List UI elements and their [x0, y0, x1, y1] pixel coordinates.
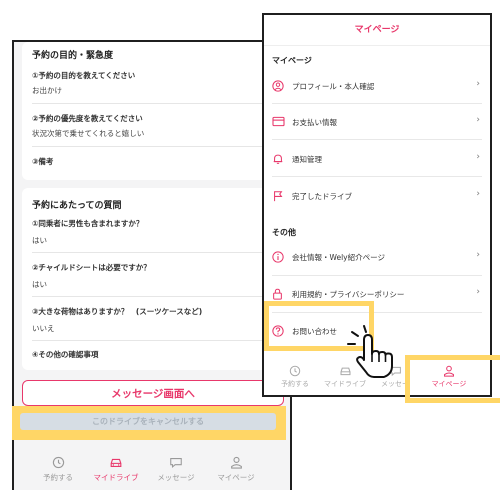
question-4: ④その他の確認事項	[32, 350, 99, 359]
purpose-card: 予約の目的・緊急度 ①予約の目的を教えてください お出かけ ②予約の優先度を教え…	[22, 42, 282, 180]
tab-message[interactable]: メッセージ	[146, 456, 206, 483]
mypage-section-title: マイページ	[272, 56, 312, 65]
menu-item-payment[interactable]: お支払い情報 ›	[272, 111, 482, 133]
user-circle-icon	[272, 80, 284, 92]
lock-icon	[273, 288, 282, 300]
divider	[32, 252, 272, 253]
menu-item-label: お支払い情報	[292, 118, 337, 127]
answer-2: はい	[32, 280, 47, 289]
divider	[32, 296, 272, 297]
mypage-tab-highlight	[405, 355, 500, 403]
tab-reserve[interactable]: 予約する	[272, 365, 318, 389]
divider	[32, 340, 272, 341]
tab-message-label: メッセージ	[157, 473, 195, 482]
menu-item-label: 会社情報・Wely紹介ページ	[292, 253, 385, 262]
chat-icon	[170, 458, 182, 468]
chevron-right-icon: ›	[476, 115, 480, 125]
clock-icon	[289, 365, 301, 377]
tab-my-page[interactable]: マイページ	[206, 456, 266, 483]
tab-my-drive-label: マイドライブ	[324, 380, 366, 388]
questions-card: 予約にあたっての質問 ①同乗者に男性も含まれますか？ はい ②チャイルドシートは…	[22, 188, 282, 370]
chevron-right-icon: ›	[476, 79, 480, 89]
tab-reserve[interactable]: 予約する	[28, 456, 88, 483]
flag-icon	[274, 191, 283, 202]
menu-item-label: 利用規約・プライバシーポリシー	[292, 290, 405, 299]
divider	[272, 139, 482, 140]
purpose-question-2: ②予約の優先度を教えてください	[32, 114, 143, 123]
divider	[272, 275, 482, 276]
question-1: ①同乗者に男性も含まれますか？	[32, 219, 144, 228]
divider	[272, 176, 482, 177]
menu-item-completed-drives[interactable]: 完了したドライブ ›	[272, 185, 482, 207]
purpose-question-3: ③備考	[32, 157, 54, 166]
chevron-right-icon: ›	[476, 250, 480, 260]
menu-item-label: 通知管理	[292, 155, 322, 164]
car-icon	[110, 458, 122, 468]
answer-1: はい	[32, 236, 47, 245]
menu-item-notifications[interactable]: 通知管理 ›	[272, 148, 482, 170]
clock-icon	[52, 456, 64, 469]
other-section-title: その他	[272, 228, 296, 237]
question-2: ②チャイルドシートは必要ですか？	[32, 263, 151, 272]
menu-item-label: プロフィール・本人確認	[292, 82, 375, 91]
message-screen-button[interactable]: メッセージ画面へ	[22, 380, 284, 406]
purpose-answer-1: お出かけ	[32, 86, 62, 95]
bottom-tab-bar: 予約する マイドライブ メッセージ マイページ	[14, 444, 290, 490]
questions-section-title: 予約にあたっての質問	[32, 201, 122, 211]
pointing-hand-icon	[347, 325, 393, 378]
tab-my-drive-label: マイドライブ	[93, 473, 139, 482]
purpose-answer-2: 状況次第で乗せてくれると嬉しい	[32, 129, 145, 138]
divider	[32, 103, 272, 104]
menu-item-label: 完了したドライブ	[292, 192, 352, 201]
divider	[32, 146, 272, 147]
menu-item-profile[interactable]: プロフィール・本人確認 ›	[272, 75, 482, 97]
bell-icon	[273, 154, 283, 164]
tab-reserve-label: 予約する	[43, 473, 73, 482]
tab-my-drive[interactable]: マイドライブ	[86, 456, 146, 483]
card-icon	[272, 116, 285, 127]
menu-item-company-info[interactable]: 会社情報・Wely紹介ページ ›	[272, 246, 482, 268]
info-icon	[272, 251, 284, 263]
chevron-right-icon: ›	[476, 287, 480, 297]
divider	[272, 103, 482, 104]
purpose-section-title: 予約の目的・緊急度	[32, 51, 114, 61]
page-title: マイページ	[264, 15, 490, 46]
tab-reserve-label: 予約する	[281, 380, 309, 388]
chevron-right-icon: ›	[476, 189, 480, 199]
question-3: ③大きな荷物はありますか？ (スーツケースなど)	[32, 307, 203, 316]
person-icon	[230, 456, 242, 469]
tab-my-page-label: マイページ	[217, 473, 255, 482]
cancel-drive-button[interactable]: このドライブをキャンセルする	[20, 413, 276, 430]
answer-3: いいえ	[32, 324, 55, 333]
purpose-question-1: ①予約の目的を教えてください	[32, 71, 136, 80]
chevron-right-icon: ›	[476, 152, 480, 162]
